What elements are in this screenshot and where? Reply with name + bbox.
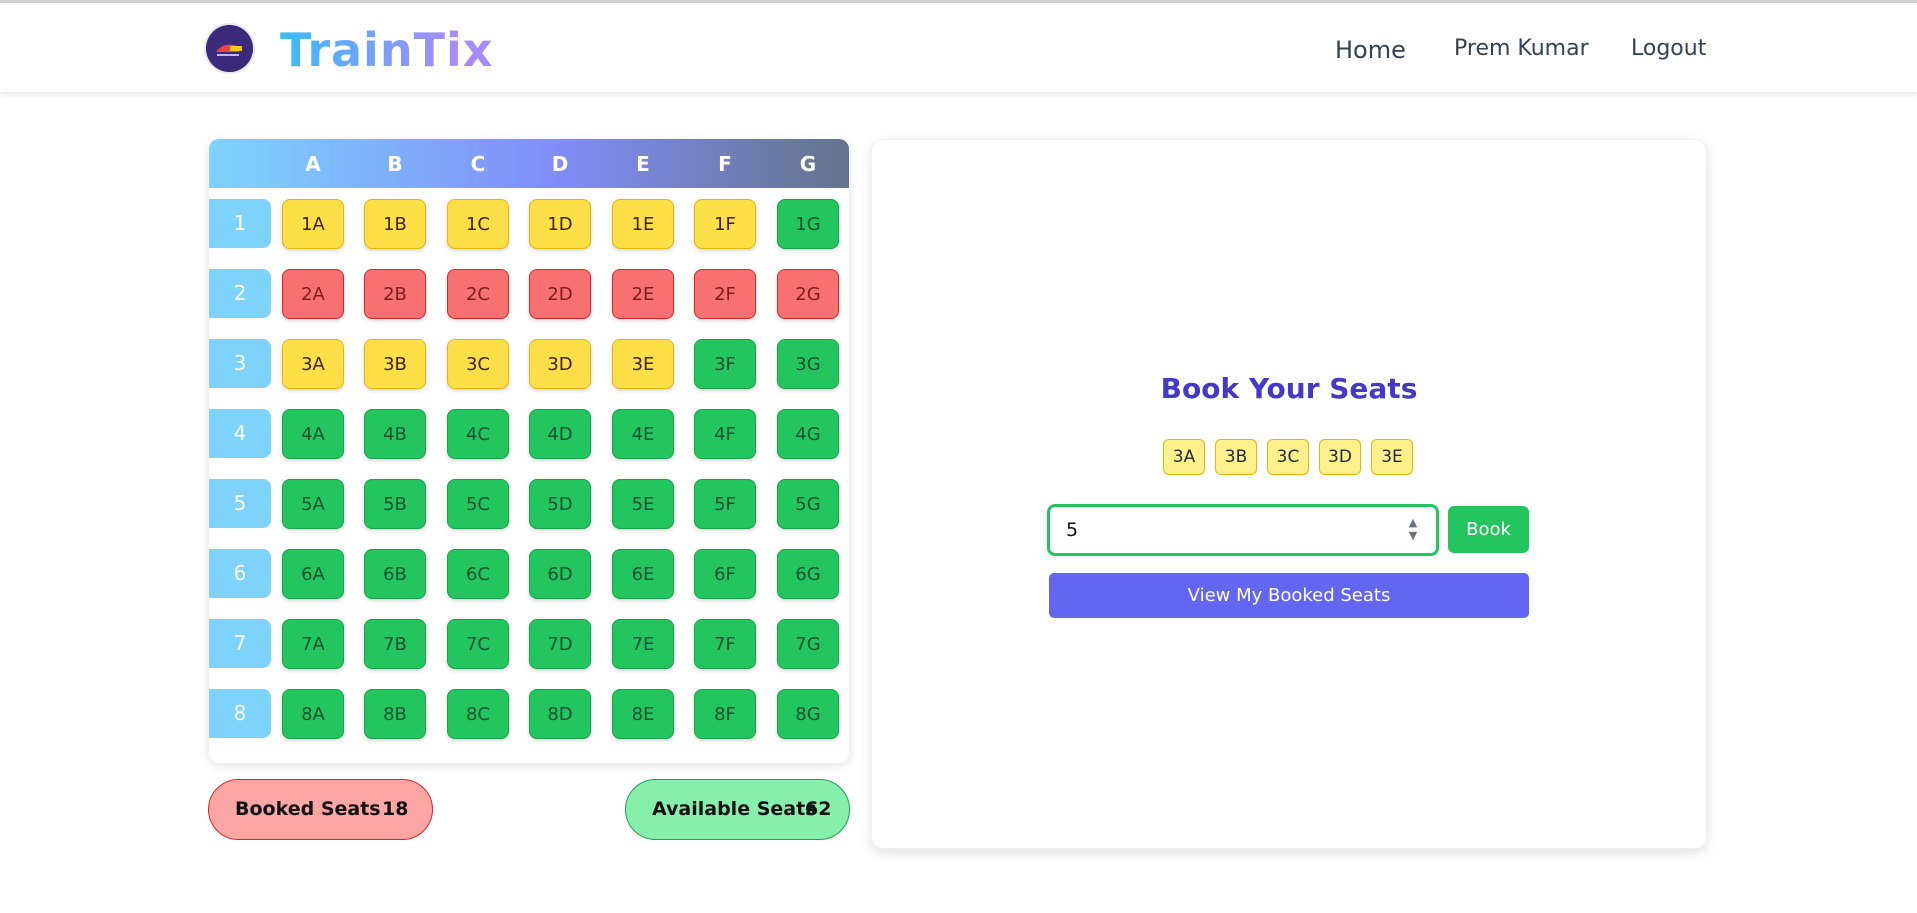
seat-4e[interactable]: 4E bbox=[612, 409, 674, 459]
seat-1d[interactable]: 1D bbox=[529, 199, 591, 249]
selected-seat-chip: 3A bbox=[1163, 439, 1205, 475]
seat-7d[interactable]: 7D bbox=[529, 619, 591, 669]
booked-seats-count: 18 bbox=[382, 798, 409, 820]
seat-6a[interactable]: 6A bbox=[282, 549, 344, 599]
seat-2d[interactable]: 2D bbox=[529, 269, 591, 319]
seat-7f[interactable]: 7F bbox=[694, 619, 756, 669]
seat-3d[interactable]: 3D bbox=[529, 339, 591, 389]
seat-5g[interactable]: 5G bbox=[777, 479, 839, 529]
brand-name[interactable]: TrainTix bbox=[280, 23, 493, 77]
seat-1g[interactable]: 1G bbox=[777, 199, 839, 249]
row-label-2: 2 bbox=[209, 269, 271, 318]
seat-7e[interactable]: 7E bbox=[612, 619, 674, 669]
booked-seats-badge: Booked Seats 18 bbox=[208, 779, 433, 840]
seat-5a[interactable]: 5A bbox=[282, 479, 344, 529]
selected-seat-chip: 3E bbox=[1371, 439, 1413, 475]
row-label-3: 3 bbox=[209, 339, 271, 388]
seat-1b[interactable]: 1B bbox=[364, 199, 426, 249]
seat-4a[interactable]: 4A bbox=[282, 409, 344, 459]
booked-seats-label: Booked Seats bbox=[235, 798, 381, 820]
seat-3b[interactable]: 3B bbox=[364, 339, 426, 389]
seat-4d[interactable]: 4D bbox=[529, 409, 591, 459]
column-label-b: B bbox=[387, 152, 403, 176]
seat-3f[interactable]: 3F bbox=[694, 339, 756, 389]
seat-7b[interactable]: 7B bbox=[364, 619, 426, 669]
seat-5e[interactable]: 5E bbox=[612, 479, 674, 529]
seat-2g[interactable]: 2G bbox=[777, 269, 839, 319]
row-label-6: 6 bbox=[209, 549, 271, 598]
seat-5c[interactable]: 5C bbox=[447, 479, 509, 529]
seat-8e[interactable]: 8E bbox=[612, 689, 674, 739]
column-label-c: C bbox=[470, 152, 486, 176]
seat-8f[interactable]: 8F bbox=[694, 689, 756, 739]
seat-1e[interactable]: 1E bbox=[612, 199, 674, 249]
seat-3c[interactable]: 3C bbox=[447, 339, 509, 389]
seat-6g[interactable]: 6G bbox=[777, 549, 839, 599]
seat-4c[interactable]: 4C bbox=[447, 409, 509, 459]
seat-map: ABCDEFG 1 1A 1B 1C 1D 1E 1F 1G 2 2A 2B 2C 2D 2E 2F 2G 3 3… bbox=[209, 139, 849, 763]
seat-7c[interactable]: 7C bbox=[447, 619, 509, 669]
column-label-f: F bbox=[718, 152, 732, 176]
seat-count-stepper-icon[interactable]: ▲ ▼ bbox=[1406, 516, 1420, 544]
selected-seat-chip: 3D bbox=[1319, 439, 1361, 475]
seat-3g[interactable]: 3G bbox=[777, 339, 839, 389]
nav-home-link[interactable]: Home bbox=[1335, 36, 1406, 64]
view-booked-seats-button[interactable]: View My Booked Seats bbox=[1049, 573, 1529, 618]
seat-count-input[interactable] bbox=[1047, 504, 1439, 556]
top-navbar: TrainTix Home Prem Kumar Logout bbox=[0, 3, 1917, 92]
seat-1c[interactable]: 1C bbox=[447, 199, 509, 249]
row-label-4: 4 bbox=[209, 409, 271, 458]
seat-2a[interactable]: 2A bbox=[282, 269, 344, 319]
seat-3a[interactable]: 3A bbox=[282, 339, 344, 389]
selected-seat-chip: 3B bbox=[1215, 439, 1257, 475]
seat-5b[interactable]: 5B bbox=[364, 479, 426, 529]
available-seats-badge: Available Seats 62 bbox=[625, 779, 850, 840]
seat-4g[interactable]: 4G bbox=[777, 409, 839, 459]
row-label-8: 8 bbox=[209, 689, 271, 738]
book-button[interactable]: Book bbox=[1448, 506, 1529, 553]
nav-user-name[interactable]: Prem Kumar bbox=[1454, 36, 1589, 61]
seat-6e[interactable]: 6E bbox=[612, 549, 674, 599]
seat-1f[interactable]: 1F bbox=[694, 199, 756, 249]
seat-1a[interactable]: 1A bbox=[282, 199, 344, 249]
column-label-g: G bbox=[799, 152, 817, 176]
seat-8g[interactable]: 8G bbox=[777, 689, 839, 739]
column-label-d: D bbox=[551, 152, 569, 176]
row-label-1: 1 bbox=[209, 199, 271, 248]
train-logo-icon[interactable] bbox=[206, 25, 253, 72]
seat-4f[interactable]: 4F bbox=[694, 409, 756, 459]
column-label-e: E bbox=[636, 152, 650, 176]
booking-panel bbox=[871, 139, 1707, 849]
seat-8d[interactable]: 8D bbox=[529, 689, 591, 739]
available-seats-count: 62 bbox=[805, 798, 832, 820]
seat-6d[interactable]: 6D bbox=[529, 549, 591, 599]
booking-title: Book Your Seats bbox=[1160, 372, 1418, 405]
selected-seat-chip: 3C bbox=[1267, 439, 1309, 475]
seat-2f[interactable]: 2F bbox=[694, 269, 756, 319]
seat-4b[interactable]: 4B bbox=[364, 409, 426, 459]
row-label-5: 5 bbox=[209, 479, 271, 528]
seat-6c[interactable]: 6C bbox=[447, 549, 509, 599]
seat-8a[interactable]: 8A bbox=[282, 689, 344, 739]
seat-2e[interactable]: 2E bbox=[612, 269, 674, 319]
row-label-7: 7 bbox=[209, 619, 271, 668]
seat-5d[interactable]: 5D bbox=[529, 479, 591, 529]
seat-8c[interactable]: 8C bbox=[447, 689, 509, 739]
seat-2b[interactable]: 2B bbox=[364, 269, 426, 319]
seat-column-header: A B C D E F G bbox=[209, 139, 849, 188]
seat-5f[interactable]: 5F bbox=[694, 479, 756, 529]
seat-2c[interactable]: 2C bbox=[447, 269, 509, 319]
seat-7a[interactable]: 7A bbox=[282, 619, 344, 669]
column-label-a: A bbox=[305, 152, 321, 176]
seat-8b[interactable]: 8B bbox=[364, 689, 426, 739]
seat-7g[interactable]: 7G bbox=[777, 619, 839, 669]
seat-6b[interactable]: 6B bbox=[364, 549, 426, 599]
seat-6f[interactable]: 6F bbox=[694, 549, 756, 599]
seat-3e[interactable]: 3E bbox=[612, 339, 674, 389]
available-seats-label: Available Seats bbox=[652, 798, 817, 820]
nav-logout-link[interactable]: Logout bbox=[1631, 36, 1706, 61]
